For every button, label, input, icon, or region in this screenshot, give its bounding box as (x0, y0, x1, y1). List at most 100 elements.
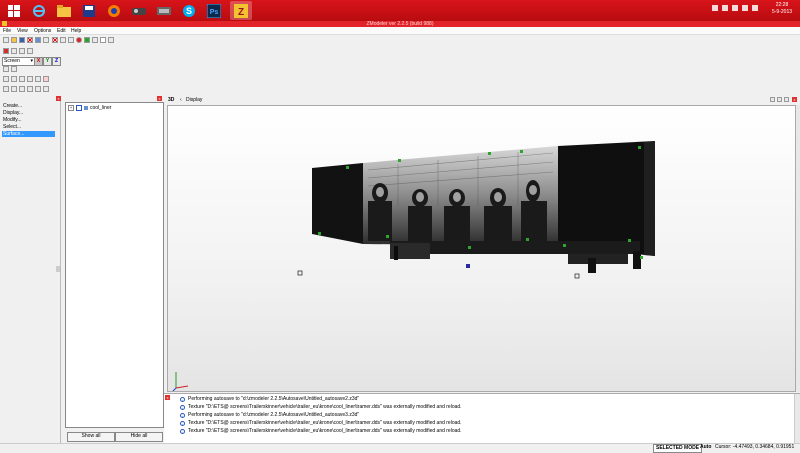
frame-icon[interactable] (100, 37, 106, 43)
object-tree: + cool_liner (65, 102, 164, 428)
render-icon[interactable] (84, 37, 90, 43)
tray-network-icon[interactable] (732, 5, 738, 11)
info-icon: i (180, 429, 185, 435)
new-file-icon[interactable] (3, 37, 9, 43)
log-panel: x i Performing autosave to "d:\zmodeler … (164, 393, 800, 443)
svg-text:Z: Z (238, 7, 244, 18)
menu-help[interactable]: Help (71, 28, 81, 34)
close-file-icon[interactable] (27, 37, 33, 43)
merge-icon[interactable] (35, 37, 41, 43)
move-tool-icon[interactable] (11, 48, 17, 54)
splitter-handle[interactable] (56, 266, 60, 272)
delete-icon[interactable] (52, 37, 58, 43)
zoom-icon[interactable] (770, 97, 775, 102)
viewport-header: 3D ‹ Display x (164, 96, 800, 105)
skype-icon[interactable]: S (178, 1, 200, 20)
log-line: Performing autosave to "d:\zmodeler 2.2.… (188, 396, 360, 402)
taskbar-clock[interactable]: 22:28 5-9-2013 (772, 2, 792, 16)
chevron-left-icon[interactable]: ‹ (180, 97, 182, 103)
toolbar-area: Screen ▾ X Y Z (0, 35, 800, 97)
save-app-icon[interactable] (78, 1, 100, 20)
axis-y-button[interactable]: Y (43, 57, 52, 66)
snap-icon[interactable] (3, 86, 9, 92)
windows-start-icon[interactable] (3, 1, 25, 20)
tray-app-icon[interactable] (722, 5, 728, 11)
chevron-down-icon: ▾ (30, 58, 33, 64)
file-explorer-icon[interactable] (53, 1, 75, 20)
cmd-display[interactable]: Display... (3, 110, 23, 116)
snap-grid-icon[interactable] (11, 86, 17, 92)
select-lock-icon[interactable] (43, 76, 49, 82)
game-app-icon[interactable] (128, 1, 150, 20)
select-vertex-icon[interactable] (3, 76, 9, 82)
log-line: Texture "D:\ETS@ screens\Trailerskinner\… (188, 428, 462, 434)
close-icon[interactable]: x (792, 97, 797, 102)
log-scrollbar[interactable] (794, 394, 800, 443)
snap-vertex-icon[interactable] (19, 86, 25, 92)
snap-options-icon[interactable] (35, 86, 41, 92)
snap-edge-icon[interactable] (27, 86, 33, 92)
status-mode: SELECTED MODE (653, 444, 703, 453)
object-icon (84, 106, 88, 110)
axis-z-button[interactable]: Z (52, 57, 61, 66)
cmd-select[interactable]: Select... (3, 124, 21, 130)
tray-volume-icon[interactable] (742, 5, 748, 11)
menu-edit[interactable]: Edit (57, 28, 66, 34)
maximize-icon[interactable] (777, 97, 782, 102)
internet-explorer-icon[interactable] (28, 1, 50, 20)
redo-icon[interactable] (108, 37, 114, 43)
command-panel: x Create... Display... Modify... Select.… (0, 96, 61, 443)
dropdown-arrow-icon[interactable] (43, 37, 49, 43)
object-tree-panel: x + cool_liner Show all Hide all (62, 96, 164, 443)
open-file-icon[interactable] (11, 37, 17, 43)
select-face-icon[interactable] (19, 76, 25, 82)
zmodeler-taskbar-icon[interactable]: Z (230, 1, 252, 20)
restore-icon[interactable] (784, 97, 789, 102)
tree-item-cool-liner[interactable]: + cool_liner (68, 105, 111, 111)
menu-view[interactable]: View (17, 28, 28, 34)
hide-all-button[interactable]: Hide all (115, 432, 163, 442)
menu-options[interactable]: Options (34, 28, 51, 34)
expand-icon[interactable]: + (68, 105, 74, 111)
dropdown-arrow-icon[interactable] (11, 66, 17, 72)
menu-bar: File View Options Edit Help (0, 27, 800, 35)
cmd-surface[interactable]: Surface... (2, 131, 55, 137)
dropdown-arrow-icon[interactable] (43, 86, 49, 92)
tray-arrow-icon[interactable] (712, 5, 718, 11)
scale-tool-icon[interactable] (27, 48, 33, 54)
axis-gizmo (172, 372, 189, 391)
close-icon[interactable]: x (157, 96, 162, 101)
bbox-marker (574, 273, 580, 279)
game-app-2-icon[interactable] (153, 1, 175, 20)
tray-flag-icon[interactable] (752, 5, 758, 11)
cut-icon[interactable] (60, 37, 66, 43)
undo-icon[interactable] (92, 37, 98, 43)
show-all-button[interactable]: Show all (67, 432, 115, 442)
trailer-front-panel (312, 163, 363, 244)
clock-time: 22:28 (775, 2, 789, 8)
menu-file[interactable]: File (3, 28, 11, 34)
screen-select[interactable]: Screen ▾ (2, 57, 35, 66)
3d-viewport[interactable] (167, 105, 796, 392)
photoshop-icon[interactable]: Ps (203, 1, 225, 20)
cmd-create[interactable]: Create... (3, 103, 22, 109)
select-object-icon[interactable] (27, 76, 33, 82)
pivot-icon[interactable] (3, 66, 9, 72)
trailer-rear-panel (558, 141, 655, 256)
close-icon[interactable]: x (56, 96, 61, 101)
viewport-mode[interactable]: 3D (168, 97, 174, 103)
log-line: Performing autosave to "d:\zmodeler 2.2.… (188, 412, 360, 418)
select-edge-icon[interactable] (11, 76, 17, 82)
save-file-icon[interactable] (19, 37, 25, 43)
viewport-scrollbar[interactable] (796, 105, 800, 392)
visibility-checkbox[interactable] (76, 105, 82, 111)
rotate-tool-icon[interactable] (19, 48, 25, 54)
select-tool-icon[interactable] (3, 48, 9, 54)
firefox-icon[interactable] (103, 1, 125, 20)
close-icon[interactable]: x (165, 395, 170, 400)
record-icon[interactable] (76, 37, 82, 43)
select-all-icon[interactable] (35, 76, 41, 82)
dropdown-arrow-icon[interactable] (68, 37, 74, 43)
axis-x-button[interactable]: X (34, 57, 43, 66)
cmd-modify[interactable]: Modify... (3, 117, 22, 123)
